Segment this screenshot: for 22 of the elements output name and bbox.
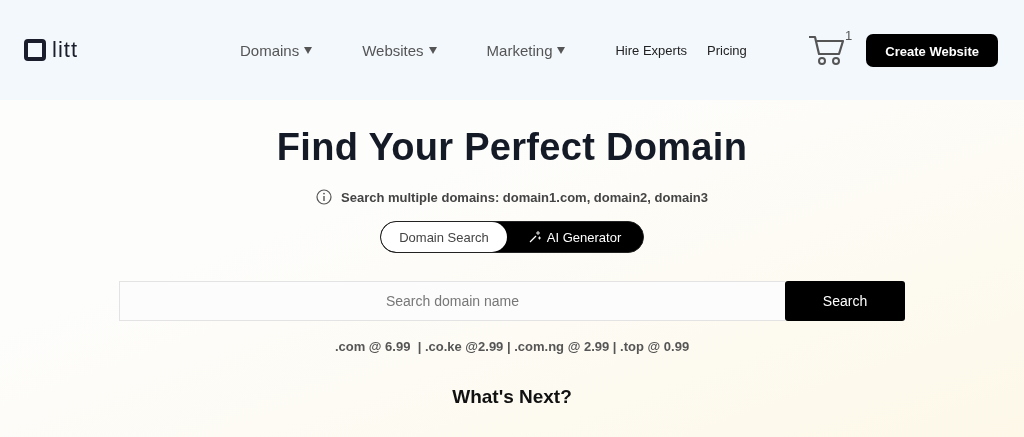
cart-count: 1: [845, 28, 853, 43]
domain-search-field[interactable]: Search domain name: [119, 281, 785, 321]
search-button[interactable]: Search: [785, 281, 905, 321]
mode-tab[interactable]: Domain Search: [381, 222, 507, 252]
create-website-button[interactable]: Create Website: [866, 33, 998, 67]
page-title: Find Your Perfect Domain: [276, 126, 748, 169]
search-hint: Search multiple domains: domain1.com, domain2, domain3: [341, 189, 708, 205]
caret-icon: [428, 46, 437, 54]
section-heading: What's Next?: [452, 386, 572, 408]
nav-link[interactable]: Hire Experts: [615, 42, 687, 58]
caret-icon: [304, 46, 313, 54]
info-icon: [316, 189, 332, 205]
magic-wand-icon: [528, 231, 541, 243]
cart-icon[interactable]: [808, 34, 847, 66]
nav-link[interactable]: Marketing: [486, 41, 566, 59]
nav-link[interactable]: Domains: [240, 41, 313, 59]
nav-link[interactable]: Websites: [362, 41, 437, 59]
caret-icon: [557, 46, 566, 54]
logo-text[interactable]: litt: [52, 37, 78, 63]
logo-icon: [24, 39, 46, 61]
price-list: .com @ 6.99 | .co.ke @2.99 | .com.ng @ 2.99 | .top @ 0.99: [334, 339, 690, 354]
nav-link[interactable]: Pricing: [707, 42, 747, 58]
